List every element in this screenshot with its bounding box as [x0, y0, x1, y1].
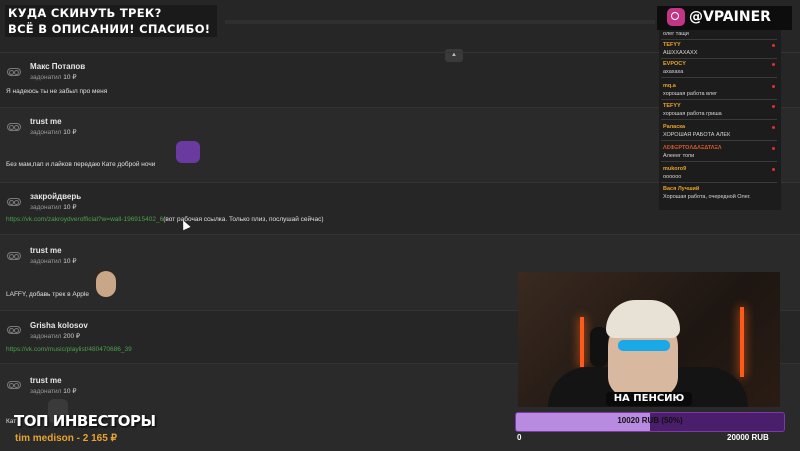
instagram-icon: [667, 8, 685, 26]
donor-name: trust me: [30, 376, 62, 385]
chat-author: mukoro9: [663, 166, 687, 172]
chat-author: TEFYY: [663, 42, 681, 48]
chat-author: mq.a: [663, 83, 676, 89]
donation-message: https://vk.com/zakroydverofficial?w=wall…: [6, 216, 324, 223]
chat-badge-icon: [772, 85, 775, 88]
donation-message: LAFFY, добавь трек в Apple: [6, 291, 89, 298]
chat-message: Вася Лучший Хорошая работа, очередной Ол…: [661, 185, 777, 202]
donation-amount: задонатил 10 ₽: [30, 258, 77, 265]
donor-name: Grisha kolosov: [30, 321, 88, 330]
banner-line-2: ВСЁ В ОПИСАНИИ! СПАСИБО!: [5, 21, 217, 37]
donor-avatar-icon: [7, 381, 21, 389]
chat-text: АШХХАХАХХ: [663, 50, 698, 56]
chat-text: хорошая работа гриша: [663, 111, 722, 117]
donation-amount: задонатил 10 ₽: [30, 204, 77, 211]
donor-name: trust me: [30, 117, 62, 126]
goal-min: 0: [517, 433, 522, 442]
chat-text: Хорошая работа, очередной Олег.: [663, 194, 751, 200]
chat-message: олег тащи: [661, 30, 777, 40]
donation-amount: задонатил 10 ₽: [30, 388, 77, 395]
chat-text: хорошая работа влег: [663, 91, 718, 97]
chat-message: mukoro9 оооооо: [661, 165, 777, 183]
chat-badge-icon: [772, 147, 775, 150]
chat-author: TEFYY: [663, 103, 681, 109]
donor-avatar-icon: [7, 123, 21, 131]
goal-progress-text: 10020 RUB (50%): [617, 416, 683, 425]
donor-name: Макс Потапов: [30, 62, 86, 71]
chat-panel: олег тащи TEFYY АШХХАХАХХ EVPOCY ахахаха…: [659, 30, 781, 210]
face-emote-icon: [96, 271, 116, 297]
chat-message: TEFYY хорошая работа гриша: [661, 102, 777, 120]
lamp: [740, 307, 744, 377]
top-investors-title: ТОП ИНВЕСТОРЫ: [14, 412, 156, 430]
chat-author: Раласка: [663, 124, 686, 130]
chat-message: EVPOCY ахахаха: [661, 60, 777, 78]
top-strip: [225, 20, 655, 24]
donation-link[interactable]: https://vk.com/zakroydverofficial?w=wall…: [6, 216, 163, 223]
chat-text: оооооо: [663, 174, 682, 180]
donation-message: Я надеюсь ты не забыл про меня: [6, 88, 108, 95]
streamer-hair: [606, 300, 680, 338]
donor-avatar-icon: [7, 68, 21, 76]
donor-avatar-icon: [7, 326, 21, 334]
chat-badge-icon: [772, 168, 775, 171]
top-investor-entry: tim medison - 2 165 ₽: [15, 433, 117, 444]
chat-badge-icon: [772, 44, 775, 47]
sunglasses: [618, 340, 670, 351]
chat-message: Раласка ХОРОШАЯ РАБОТА АЛЕК: [661, 123, 777, 141]
chat-badge-icon: [772, 126, 775, 129]
donor-name: trust me: [30, 246, 62, 255]
headphones: [590, 327, 608, 367]
handle-text: @VPAINER: [689, 9, 771, 25]
goal-max: 20000 RUB: [727, 433, 769, 442]
donor-avatar-icon: [7, 198, 21, 206]
social-handle: @VPAINER: [657, 6, 792, 30]
chat-badge-icon: [772, 63, 775, 66]
donor-avatar-icon: [7, 252, 21, 260]
heart-emote-icon: [176, 141, 200, 163]
chat-author: ΛƐФΞРТОΛΔΛΞΔΤΛΞΛ: [663, 145, 722, 151]
chat-message: ΛƐФΞРТОΛΔΛΞΔΤΛΞΛ Алееег топи: [661, 144, 777, 162]
goal-title: НА ПЕНСИЮ: [606, 392, 692, 406]
donation-link[interactable]: https://vk.com/music/playlist/480470686_…: [6, 346, 132, 353]
goal-progress-bar: 10020 RUB (50%): [515, 412, 785, 432]
banner-line-1: КУДА СКИНУТЬ ТРЕК?: [5, 5, 217, 21]
donation-message: Без мам,пап и лайков передаю Кате доброй…: [6, 161, 156, 168]
donation-amount: задонатил 200 ₽: [30, 333, 81, 340]
donor-name: закройдверь: [30, 192, 82, 201]
chat-text: олег тащи: [663, 31, 689, 37]
webcam-view: [518, 272, 780, 407]
chat-text: ахахаха: [663, 69, 684, 75]
chat-text: Алееег топи: [663, 153, 695, 159]
chat-author: EVPOCY: [663, 61, 686, 67]
lamp: [580, 317, 584, 367]
chat-author: Вася Лучший: [663, 186, 700, 192]
chat-badge-icon: [772, 105, 775, 108]
chat-message: mq.a хорошая работа влег: [661, 82, 777, 100]
chat-text: ХОРОШАЯ РАБОТА АЛЕК: [663, 132, 731, 138]
donation-amount: задонатил 10 ₽: [30, 74, 77, 81]
donation-amount: задонатил 10 ₽: [30, 129, 77, 136]
chat-message: TEFYY АШХХАХАХХ: [661, 41, 777, 59]
